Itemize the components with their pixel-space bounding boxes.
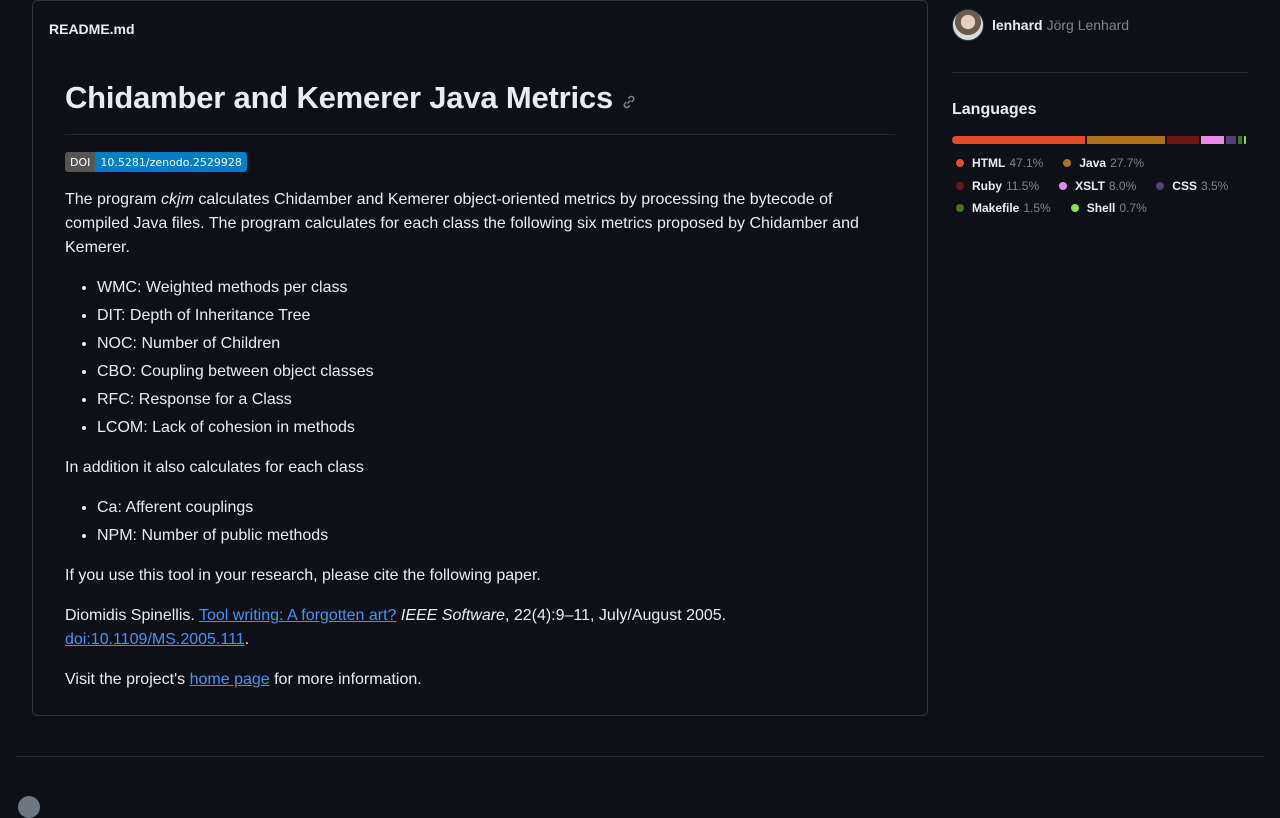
citation-end: .	[244, 631, 250, 648]
paper-link[interactable]: Tool writing: A forgotten art?	[199, 607, 396, 624]
extra-metrics-list: Ca: Afferent couplings NPM: Number of pu…	[65, 496, 895, 548]
readme-title: Chidamber and Kemerer Java Metrics	[65, 79, 613, 115]
language-list: HTML 47.1% Java 27.7% Ruby 11.5% XSLT 8.0% CSS 3.…	[952, 152, 1248, 220]
citation-details: , 22(4):9–11, July/August 2005.	[504, 607, 727, 624]
readme-filename: README.md	[49, 21, 135, 37]
language-color-icon	[1059, 181, 1068, 190]
list-item: WMC: Weighted methods per class	[97, 276, 895, 300]
language-color-icon	[956, 181, 964, 190]
list-item: NOC: Number of Children	[97, 332, 895, 356]
language-name: HTML	[972, 156, 1006, 171]
sidebar-divider	[952, 72, 1248, 73]
intro-paragraph: The program ckjm calculates Chidamber an…	[65, 188, 895, 260]
avatar[interactable]	[952, 9, 984, 41]
language-item[interactable]: Makefile 1.5%	[952, 197, 1051, 220]
language-item[interactable]: CSS 3.5%	[1152, 175, 1228, 198]
language-percent: 27.7%	[1110, 156, 1145, 171]
language-name: Ruby	[972, 178, 1002, 193]
language-percent: 0.7%	[1119, 201, 1147, 216]
title-row: Chidamber and Kemerer Java Metrics	[65, 71, 895, 135]
addition-paragraph: In addition it also calculates for each …	[65, 459, 364, 476]
metrics-list: WMC: Weighted methods per class DIT: Dep…	[65, 276, 895, 440]
language-name: CSS	[1172, 178, 1197, 193]
readme-panel: README.md Chidamber and Kemerer Java Met…	[32, 0, 928, 716]
journal-name: IEEE Software	[400, 607, 505, 624]
language-item[interactable]: HTML 47.1%	[952, 152, 1043, 175]
languages-heading: Languages	[952, 101, 1037, 118]
language-bar-segment	[1086, 136, 1165, 144]
readme-content: Chidamber and Kemerer Java Metrics DOI 1…	[33, 57, 927, 692]
list-item: LCOM: Lack of cohesion in methods	[97, 416, 895, 440]
language-bar-segment	[1201, 136, 1224, 144]
language-percent: 3.5%	[1200, 178, 1229, 193]
language-percent: 1.5%	[1023, 201, 1051, 216]
doi-badge[interactable]: DOI 10.5281/zenodo.2529928	[65, 152, 247, 172]
language-color-icon	[1156, 181, 1165, 190]
language-bar-segment	[1166, 136, 1200, 144]
home-page-link[interactable]: home page	[190, 671, 270, 688]
citation-author: Diomidis Spinellis.	[65, 607, 199, 624]
language-item[interactable]: Shell 0.7%	[1067, 197, 1147, 220]
contributor-name: Jörg Lenhard	[1046, 17, 1130, 33]
cite-prompt: If you use this tool in your research, p…	[65, 567, 541, 584]
language-percent: 11.5%	[1006, 178, 1040, 193]
language-color-icon	[1063, 159, 1072, 168]
visit-text-start: Visit the project's	[65, 671, 190, 688]
visit-text-end: for more information.	[269, 671, 422, 688]
contributor-row[interactable]: lenhard Jörg Lenhard	[952, 0, 1248, 50]
language-name: Shell	[1086, 201, 1116, 216]
language-bar-segment	[952, 136, 1085, 144]
language-name: Makefile	[972, 201, 1020, 216]
language-bar	[952, 136, 1248, 144]
sidebar: lenhard Jörg Lenhard Languages HTML 47.1%…	[952, 0, 1248, 220]
footer-divider	[16, 756, 1264, 757]
list-item: RFC: Response for a Class	[97, 388, 895, 412]
language-item[interactable]: Ruby 11.5%	[952, 175, 1039, 198]
list-item: DIT: Depth of Inheritance Tree	[97, 304, 895, 328]
list-item: Ca: Afferent couplings	[97, 496, 895, 520]
doi-link[interactable]: doi:10.1109/MS.2005.111	[65, 631, 245, 648]
program-name: ckjm	[161, 191, 194, 208]
doi-badge-label: DOI	[65, 152, 96, 172]
citation-paragraph: Diomidis Spinellis. Tool writing: A forg…	[65, 604, 895, 652]
list-item: NPM: Number of public methods	[97, 524, 895, 548]
doi-badge-value: 10.5281/zenodo.2529928	[95, 152, 247, 172]
language-percent: 47.1%	[1009, 156, 1044, 171]
intro-text-start: The program	[65, 191, 162, 208]
language-item[interactable]: Java 27.7%	[1059, 152, 1144, 175]
link-anchor-icon[interactable]	[621, 94, 637, 110]
language-bar-segment	[1237, 136, 1243, 144]
contributor-login[interactable]: lenhard	[992, 17, 1043, 33]
language-color-icon	[1070, 204, 1079, 213]
language-bar-segment	[1244, 136, 1247, 144]
language-name: Java	[1079, 156, 1107, 171]
language-bar-segment	[1225, 136, 1236, 144]
visit-paragraph: Visit the project's home page for more i…	[65, 668, 895, 692]
language-item[interactable]: XSLT 8.0%	[1055, 175, 1136, 198]
language-name: XSLT	[1075, 178, 1105, 193]
language-percent: 8.0%	[1108, 178, 1137, 193]
language-color-icon	[956, 204, 964, 213]
github-logo-icon[interactable]	[18, 796, 40, 818]
list-item: CBO: Coupling between object classes	[97, 360, 895, 384]
language-color-icon	[956, 159, 964, 168]
